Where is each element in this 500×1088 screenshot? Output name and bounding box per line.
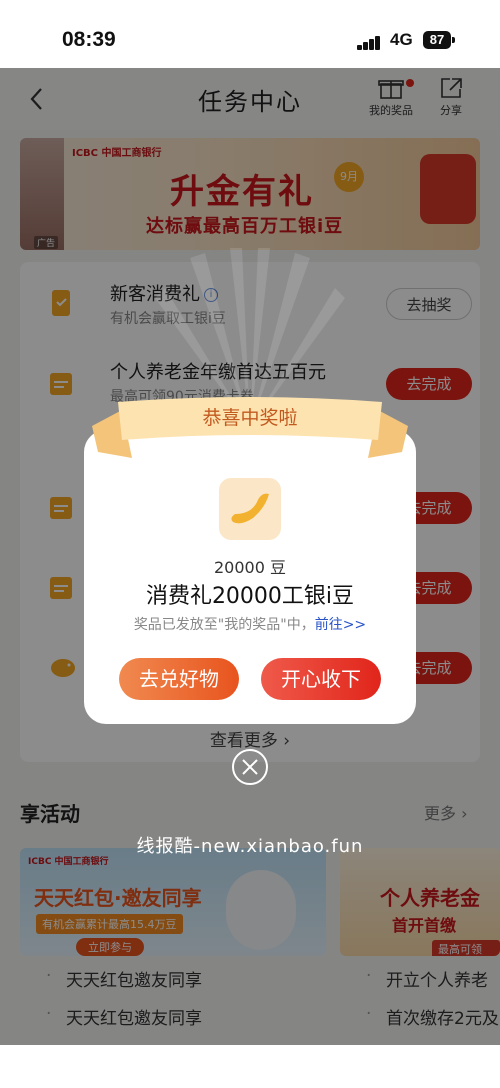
close-icon xyxy=(242,759,258,775)
battery-tip xyxy=(452,37,455,43)
close-button[interactable] xyxy=(232,749,268,785)
modal-title: 恭喜中奖啦 xyxy=(202,407,298,429)
status-bar: 08:39 4G 87 xyxy=(0,0,500,68)
redeem-goods-button[interactable]: 去兑好物 xyxy=(119,658,239,700)
go-to-link[interactable]: 前往>> xyxy=(315,617,366,633)
accept-button[interactable]: 开心收下 xyxy=(261,658,381,700)
prize-name: 消费礼20000工银i豆 xyxy=(145,584,355,609)
prize-note: 奖品已发放至"我的奖品"中，前往>> xyxy=(133,617,367,633)
signal-icon xyxy=(357,34,383,50)
watermark-text: 线报酷-new.xianbao.fun xyxy=(136,836,364,857)
prize-amount: 20000 豆 xyxy=(214,558,286,577)
battery-icon: 87 xyxy=(423,31,451,49)
status-time: 08:39 xyxy=(62,28,116,51)
network-type: 4G xyxy=(390,30,413,49)
bottom-area xyxy=(0,1045,500,1088)
bean-icon xyxy=(219,478,281,540)
